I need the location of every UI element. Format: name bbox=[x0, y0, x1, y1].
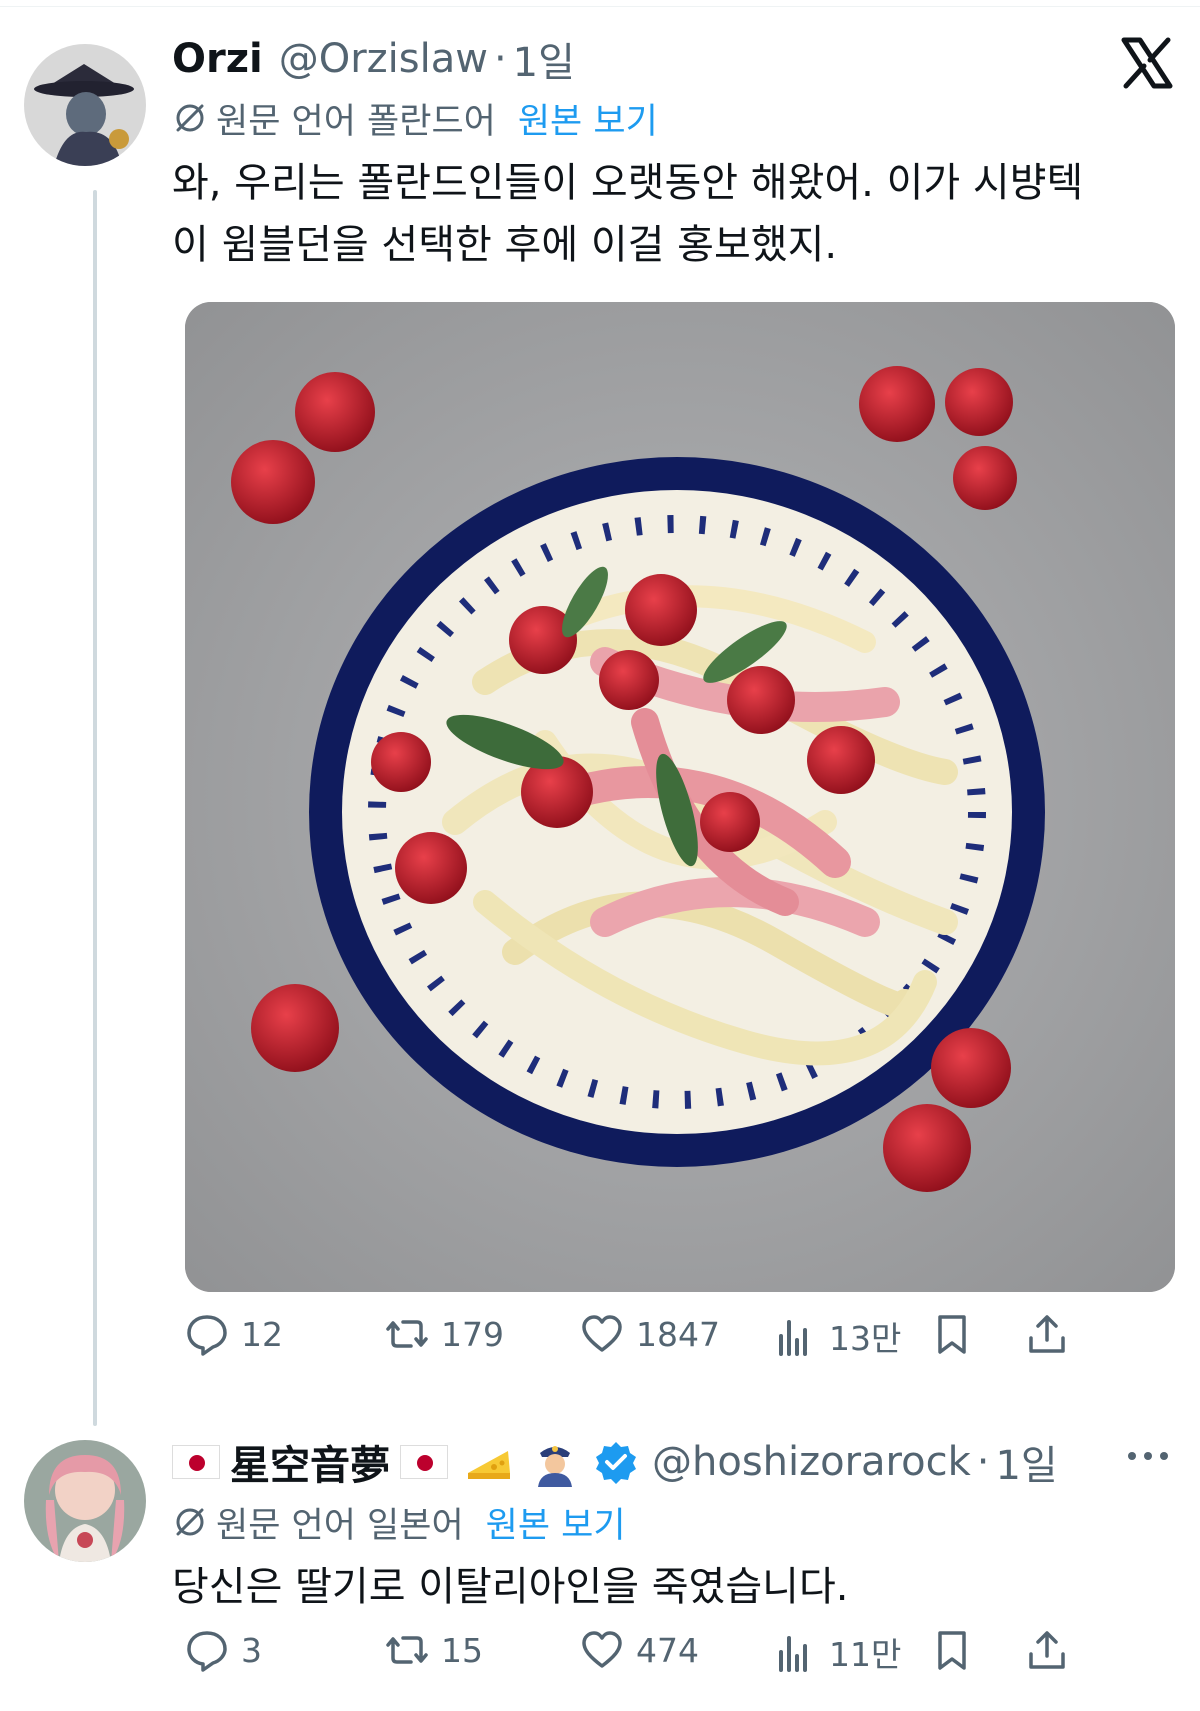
repost-count: 179 bbox=[441, 1314, 504, 1354]
bookmark-icon bbox=[938, 1631, 966, 1670]
more-icon[interactable] bbox=[1125, 1446, 1171, 1466]
reply-show-original-link[interactable]: 원본 보기 bbox=[486, 1497, 626, 1548]
translation-row: 원문 언어 폴란드어 원본 보기 bbox=[172, 96, 658, 142]
avatar-orzi[interactable] bbox=[24, 44, 146, 166]
post-text: 와, 우리는 폴란드인들이 오랫동안 해왔어. 이가 시뱡텍 이 윔블던을 선택… bbox=[172, 152, 1172, 276]
avatar-hoshizora[interactable] bbox=[24, 1440, 146, 1562]
views-icon bbox=[779, 1320, 807, 1356]
reply-display-name[interactable]: 星空音夢 bbox=[230, 1433, 390, 1491]
cheese-icon bbox=[468, 1451, 510, 1479]
like-count: 474 bbox=[636, 1630, 699, 1670]
heart-icon bbox=[582, 1315, 622, 1352]
translate-icon bbox=[176, 104, 204, 132]
share-icon bbox=[1029, 1315, 1065, 1353]
repost-button[interactable]: 15 bbox=[385, 1628, 483, 1672]
views-count: 13만 bbox=[829, 1319, 902, 1358]
reply-count: 12 bbox=[241, 1314, 283, 1354]
reply-count: 3 bbox=[241, 1630, 262, 1670]
display-name[interactable]: Orzi bbox=[172, 36, 263, 82]
reply-translation-note: 원문 언어 일본어 bbox=[216, 1505, 464, 1546]
share-button[interactable] bbox=[1025, 1312, 1069, 1356]
post-text-line-1: 와, 우리는 폴란드인들이 오랫동안 해왔어. 이가 시뱡텍 bbox=[172, 160, 1084, 206]
views-button[interactable]: 11만 bbox=[773, 1628, 901, 1676]
post-image[interactable] bbox=[185, 302, 1175, 1292]
x-logo-icon[interactable] bbox=[1120, 36, 1174, 90]
like-button[interactable]: 1847 bbox=[580, 1312, 720, 1356]
separator: · bbox=[493, 36, 507, 82]
post-header: Orzi @Orzislaw · 1일 bbox=[172, 34, 575, 86]
reply-text: 당신은 딸기로 이탈리아인을 죽였습니다. bbox=[172, 1564, 849, 1610]
share-button[interactable] bbox=[1025, 1628, 1069, 1672]
like-button[interactable]: 474 bbox=[580, 1628, 699, 1672]
repost-button[interactable]: 179 bbox=[385, 1312, 504, 1356]
bookmark-icon bbox=[938, 1315, 966, 1354]
top-divider bbox=[0, 6, 1200, 7]
reply-button[interactable]: 12 bbox=[185, 1312, 283, 1356]
reply-user-handle[interactable]: @hoshizorarock bbox=[652, 1439, 971, 1485]
heart-icon bbox=[582, 1631, 622, 1668]
repost-icon bbox=[386, 1636, 428, 1664]
bookmark-button[interactable] bbox=[930, 1628, 974, 1672]
reply-time[interactable]: 1일 bbox=[995, 1433, 1057, 1491]
user-handle[interactable]: @Orzislaw bbox=[279, 36, 488, 82]
reply-icon bbox=[187, 1315, 227, 1356]
japan-flag-icon bbox=[400, 1445, 448, 1479]
like-count: 1847 bbox=[636, 1314, 720, 1354]
thread-line bbox=[93, 190, 97, 1426]
separator: · bbox=[976, 1439, 990, 1485]
translation-note: 원문 언어 폴란드어 bbox=[216, 101, 496, 142]
strawberry-pasta-photo bbox=[185, 302, 1175, 1292]
bookmark-button[interactable] bbox=[930, 1312, 974, 1356]
post-actions: 12 179 1847 13만 bbox=[185, 1312, 1185, 1372]
post-time[interactable]: 1일 bbox=[513, 30, 575, 88]
translate-icon bbox=[176, 1508, 204, 1536]
repost-count: 15 bbox=[441, 1630, 483, 1670]
reply-button[interactable]: 3 bbox=[185, 1628, 262, 1672]
views-button[interactable]: 13만 bbox=[773, 1312, 901, 1360]
views-count: 11만 bbox=[829, 1635, 902, 1674]
police-officer-icon bbox=[538, 1446, 572, 1487]
post-text-line-2: 이 윔블던을 선택한 후에 이걸 홍보했지. bbox=[172, 222, 838, 268]
reply-actions: 3 15 474 11만 bbox=[185, 1628, 1185, 1688]
japan-flag-icon bbox=[172, 1445, 220, 1479]
repost-icon bbox=[386, 1320, 428, 1348]
reply-header: 星空音夢 @hoshizorarock · 1일 bbox=[172, 1434, 1058, 1490]
reply-translation-row: 원문 언어 일본어 원본 보기 bbox=[172, 1500, 626, 1546]
show-original-link[interactable]: 원본 보기 bbox=[518, 93, 658, 144]
reply-icon bbox=[187, 1631, 227, 1672]
views-icon bbox=[779, 1636, 807, 1672]
verified-badge-icon bbox=[596, 1442, 636, 1484]
share-icon bbox=[1029, 1631, 1065, 1669]
